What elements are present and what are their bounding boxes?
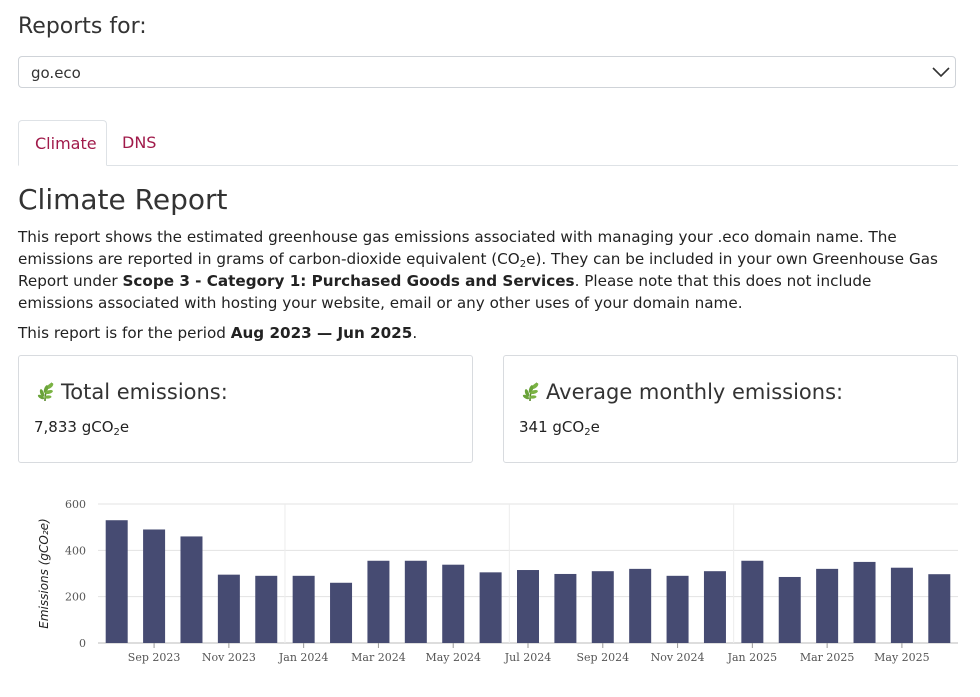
chart-bar xyxy=(890,567,913,643)
chart-bar xyxy=(479,572,502,643)
chart-bar xyxy=(517,570,539,643)
period-value: Aug 2023 — Jun 2025 xyxy=(230,324,413,342)
period-prefix: This report is for the period xyxy=(18,324,231,342)
average-emissions-card: Average monthly emissions: 341 gCO2e xyxy=(503,355,958,463)
chart-bar xyxy=(292,575,315,643)
emissions-bar-chart: 0 200 400 600 Sep 2023 Nov 2023 Jan 2024 Mar 20… xyxy=(37,498,958,664)
x-tick-label: Sep 2024 xyxy=(576,651,629,664)
x-tick-label: May 2024 xyxy=(425,651,481,664)
y-tick-label: 600 xyxy=(65,498,86,511)
x-tick-label: Nov 2023 xyxy=(202,651,256,664)
tab-climate-label: Climate xyxy=(35,134,97,153)
total-value-suffix: e xyxy=(119,418,130,436)
average-emissions-title: Average monthly emissions: xyxy=(519,380,843,404)
chart-bar xyxy=(666,575,689,643)
x-tick-label: May 2025 xyxy=(874,651,930,664)
x-tick-label: Jul 2024 xyxy=(504,651,552,664)
x-tick-label: Sep 2023 xyxy=(128,651,181,664)
x-tick-label: Jan 2025 xyxy=(727,651,778,664)
chart-bar xyxy=(703,571,726,643)
chart-bar xyxy=(554,573,577,643)
chart-bar xyxy=(853,561,876,643)
x-tick-label: Mar 2025 xyxy=(800,651,855,664)
y-axis-label: Emissions (gCO₂e) xyxy=(37,518,51,628)
chart-bar xyxy=(816,568,839,643)
domain-select[interactable]: go.eco xyxy=(18,56,956,88)
chart-bar xyxy=(330,582,353,643)
x-tick-label: Nov 2024 xyxy=(651,651,705,664)
chart-bar xyxy=(367,560,390,643)
chart-bar xyxy=(629,568,652,643)
page: Reports for: go.eco Climate DNS Climate … xyxy=(0,0,980,697)
x-tick-label: Jan 2024 xyxy=(278,651,329,664)
total-value-text: 7,833 gCO xyxy=(34,418,114,436)
domain-select-value: go.eco xyxy=(31,64,81,82)
chart-bar xyxy=(255,575,278,643)
x-tick-label: Mar 2024 xyxy=(351,651,406,664)
chart-bar xyxy=(180,536,203,643)
chart-bar xyxy=(591,571,614,643)
chart-bar xyxy=(741,560,764,643)
total-emissions-label: Total emissions: xyxy=(61,380,228,404)
chevron-down-icon xyxy=(931,63,951,81)
total-emissions-value: 7,833 gCO2e xyxy=(34,418,130,438)
report-tabs: Climate DNS xyxy=(18,120,958,166)
report-period: This report is for the period Aug 2023 —… xyxy=(18,324,417,342)
chart-bar xyxy=(143,529,166,643)
average-emissions-label: Average monthly emissions: xyxy=(546,380,844,404)
tab-dns-label: DNS xyxy=(122,133,157,152)
leaf-icon xyxy=(519,380,541,402)
tab-dns[interactable]: DNS xyxy=(122,120,182,164)
avg-value-text: 341 gCO xyxy=(519,418,585,436)
tab-climate[interactable]: Climate xyxy=(18,120,107,166)
chart-bar xyxy=(442,564,465,643)
total-emissions-title: Total emissions: xyxy=(34,380,228,404)
y-tick-label: 200 xyxy=(65,591,86,604)
period-suffix: . xyxy=(412,324,418,342)
chart-bar xyxy=(928,574,951,643)
total-emissions-card: Total emissions: 7,833 gCO2e xyxy=(18,355,473,463)
report-title: Climate Report xyxy=(18,183,228,216)
y-tick-label: 0 xyxy=(79,637,86,650)
avg-value-suffix: e xyxy=(590,418,600,436)
report-description: This report shows the estimated greenhou… xyxy=(18,226,948,314)
reports-for-label: Reports for: xyxy=(18,14,147,39)
y-tick-label: 400 xyxy=(65,544,86,557)
desc-scope: Scope 3 - Category 1: Purchased Goods an… xyxy=(122,272,575,290)
average-emissions-value: 341 gCO2e xyxy=(519,418,600,438)
chart-bar xyxy=(404,560,427,643)
chart-bar xyxy=(217,574,240,643)
chart-bar xyxy=(778,576,801,643)
leaf-icon xyxy=(34,380,56,402)
chart-bar xyxy=(105,520,128,643)
